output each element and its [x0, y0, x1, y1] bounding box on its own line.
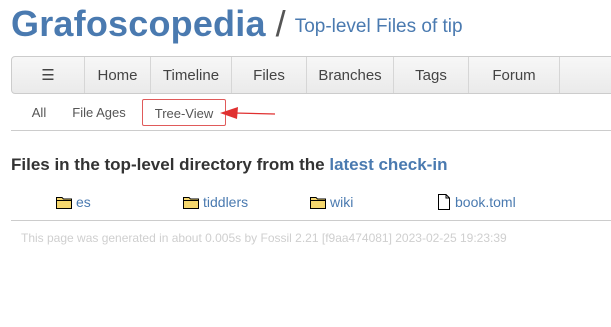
- sub-menu: All File Ages Tree-View: [11, 98, 611, 131]
- site-title[interactable]: Grafoscopedia: [11, 3, 266, 44]
- title-separator: /: [275, 3, 286, 44]
- menu-item-branches[interactable]: Branches: [307, 57, 394, 93]
- file-list: es tiddlers wiki book.toml: [0, 190, 611, 214]
- page-title: Top-level Files of tip: [294, 16, 463, 37]
- hamburger-icon: ☰: [41, 67, 55, 84]
- main-menu: ☰ Home Timeline Files Branches Tags Foru…: [11, 56, 611, 94]
- submenu-item-all[interactable]: All: [23, 99, 55, 126]
- submenu-item-tree-view[interactable]: Tree-View: [142, 99, 226, 126]
- menu-item-tags[interactable]: Tags: [394, 57, 469, 93]
- folder-icon: [56, 196, 72, 209]
- submenu-item-file-ages[interactable]: File Ages: [65, 99, 133, 126]
- menu-item-timeline[interactable]: Timeline: [151, 57, 232, 93]
- divider: [11, 220, 611, 221]
- section-heading: Files in the top-level directory from th…: [11, 155, 447, 175]
- annotation-arrow: [220, 107, 276, 119]
- file-entry-wiki[interactable]: wiki: [310, 190, 353, 214]
- hamburger-menu-button[interactable]: ☰: [12, 57, 85, 93]
- menu-item-files[interactable]: Files: [232, 57, 307, 93]
- page-header: Grafoscopedia / Top-level Files of tip: [11, 3, 463, 45]
- file-entry-book-toml[interactable]: book.toml: [437, 190, 516, 214]
- file-name: es: [76, 194, 91, 210]
- menu-item-home[interactable]: Home: [85, 57, 151, 93]
- folder-icon: [310, 196, 326, 209]
- file-entry-tiddlers[interactable]: tiddlers: [183, 190, 248, 214]
- file-icon: [438, 194, 450, 210]
- menu-item-forum[interactable]: Forum: [469, 57, 560, 93]
- latest-checkin-link[interactable]: latest check-in: [329, 155, 447, 174]
- page-footer: This page was generated in about 0.005s …: [21, 231, 507, 245]
- file-name: wiki: [330, 194, 354, 210]
- file-name: book.toml: [455, 194, 516, 210]
- folder-icon: [183, 196, 199, 209]
- file-name: tiddlers: [203, 194, 249, 210]
- file-entry-es[interactable]: es: [56, 190, 91, 214]
- heading-text: Files in the top-level directory from th…: [11, 155, 330, 174]
